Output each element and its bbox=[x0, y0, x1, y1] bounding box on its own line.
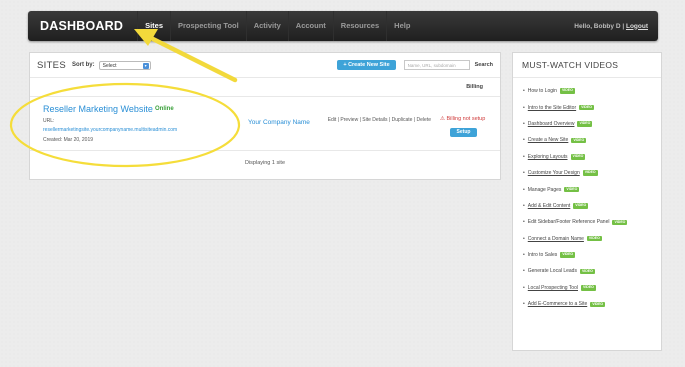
list-item[interactable]: • How to Login VIDEO bbox=[513, 83, 661, 99]
bullet-icon: • bbox=[523, 268, 525, 275]
video-link[interactable]: How to Login bbox=[528, 88, 557, 94]
list-item[interactable]: • Connect a Domain Name VIDEO bbox=[513, 231, 661, 247]
search-input[interactable]: Name, URL, subdomain bbox=[403, 60, 470, 70]
bullet-icon: • bbox=[523, 170, 525, 177]
bullet-icon: • bbox=[523, 153, 525, 160]
video-link[interactable]: Add & Edit Content bbox=[528, 203, 571, 209]
video-badge: VIDEO bbox=[571, 137, 587, 144]
video-badge: VIDEO bbox=[582, 170, 598, 176]
video-badge: VIDEO bbox=[560, 252, 576, 258]
setup-button[interactable]: Setup bbox=[450, 128, 477, 137]
video-link[interactable]: Customize Your Design bbox=[528, 170, 580, 176]
video-list: • How to Login VIDEO • Intro to the Site Edi… bbox=[513, 78, 661, 312]
bullet-icon: • bbox=[523, 186, 525, 193]
bullet-icon: • bbox=[523, 120, 525, 127]
video-link[interactable]: Edit Sidebar/Footer Reference Panel bbox=[528, 219, 610, 225]
bullet-icon: • bbox=[523, 284, 525, 291]
table-row: Reseller Marketing Website Online URL: r… bbox=[30, 97, 500, 151]
sites-panel: SITES Sort by: Select ▾ + Create New Sit… bbox=[29, 52, 501, 180]
video-link[interactable]: Add E-Commerce to a Site bbox=[528, 301, 587, 307]
nav-item-sites[interactable]: Sites bbox=[137, 11, 170, 41]
videos-panel: MUST-WATCH VIDEOS • How to Login VIDEO • Int… bbox=[512, 52, 662, 351]
videos-title: MUST-WATCH VIDEOS bbox=[513, 53, 661, 78]
billing-status-text: Billing not setup bbox=[446, 116, 486, 122]
list-item[interactable]: • Customize Your Design VIDEO bbox=[513, 165, 661, 181]
sites-title: SITES bbox=[37, 59, 66, 71]
list-item[interactable]: • Add & Edit Content VIDEO bbox=[513, 198, 661, 214]
sort-select[interactable]: Select ▾ bbox=[98, 60, 151, 70]
bullet-icon: • bbox=[523, 252, 525, 259]
status-badge: Online bbox=[155, 106, 174, 112]
url-label: URL: bbox=[43, 118, 55, 124]
nav-item-help[interactable]: Help bbox=[386, 11, 417, 41]
logout-link[interactable]: Logout bbox=[626, 23, 648, 30]
video-badge: VIDEO bbox=[559, 88, 575, 94]
list-item[interactable]: • Create a New Site VIDEO bbox=[513, 132, 661, 148]
company-name-link[interactable]: Your Company Name bbox=[248, 119, 310, 126]
list-item[interactable]: • Generate Local Leads VIDEO bbox=[513, 263, 661, 279]
sites-header: SITES Sort by: Select ▾ + Create New Sit… bbox=[30, 53, 500, 78]
nav-item-account[interactable]: Account bbox=[287, 11, 333, 41]
bullet-icon: • bbox=[523, 104, 525, 111]
video-badge: VIDEO bbox=[564, 186, 580, 193]
list-item[interactable]: • Add E-Commerce to a Site VIDEO bbox=[513, 296, 661, 312]
video-link[interactable]: Exploring Layouts bbox=[528, 154, 568, 160]
video-link[interactable]: Intro to the Site Editor bbox=[528, 105, 576, 111]
list-item[interactable]: • Manage Pages VIDEO bbox=[513, 181, 661, 197]
video-badge: VIDEO bbox=[570, 154, 586, 160]
list-item[interactable]: • Edit Sidebar/Footer Reference Panel VIDE… bbox=[513, 214, 661, 230]
site-url-link[interactable]: resellermarketingsite.yourcompanyname.mu… bbox=[43, 127, 177, 133]
site-name-link[interactable]: Reseller Marketing Website bbox=[43, 104, 153, 114]
bullet-icon: • bbox=[523, 219, 525, 226]
bullet-icon: • bbox=[523, 301, 525, 308]
video-badge: VIDEO bbox=[573, 203, 589, 209]
list-item[interactable]: • Dashboard Overview VIDEO bbox=[513, 116, 661, 132]
video-link[interactable]: Create a New Site bbox=[528, 137, 569, 143]
video-link[interactable]: Intro to Sales bbox=[528, 252, 557, 258]
video-badge: VIDEO bbox=[590, 301, 606, 308]
video-badge: VIDEO bbox=[579, 268, 595, 275]
list-item[interactable]: • Exploring Layouts VIDEO bbox=[513, 149, 661, 165]
video-badge: VIDEO bbox=[586, 235, 602, 242]
select-caret-icon: ▾ bbox=[142, 62, 149, 69]
video-link[interactable]: Manage Pages bbox=[528, 187, 562, 193]
user-greeting: Hello, Bobby D | Logout bbox=[574, 23, 648, 30]
warning-triangle-icon: ⚠ bbox=[440, 116, 445, 122]
video-link[interactable]: Local Prospecting Tool bbox=[528, 285, 578, 291]
video-badge: VIDEO bbox=[612, 219, 628, 226]
sort-label: Sort by: bbox=[71, 62, 95, 68]
bullet-icon: • bbox=[523, 202, 525, 209]
nav-item-resources[interactable]: Resources bbox=[332, 11, 386, 41]
search-button[interactable]: Search bbox=[475, 62, 493, 68]
create-new-site-button[interactable]: + Create New Site bbox=[337, 60, 396, 70]
nav-item-prospecting-tool[interactable]: Prospecting Tool bbox=[170, 11, 246, 41]
site-actions-links[interactable]: Edit | Preview | Site Details | Duplicat… bbox=[326, 117, 431, 125]
list-item[interactable]: • Intro to Sales VIDEO bbox=[513, 247, 661, 263]
billing-status: ⚠ Billing not setup bbox=[440, 116, 485, 122]
video-badge: VIDEO bbox=[577, 121, 593, 127]
created-date: Created: Mar 20, 2019 bbox=[43, 137, 94, 143]
billing-column-header: Billing bbox=[30, 78, 500, 97]
bullet-icon: • bbox=[523, 88, 525, 95]
video-link[interactable]: Connect a Domain Name bbox=[528, 236, 584, 242]
video-badge: VIDEO bbox=[580, 285, 596, 291]
list-item[interactable]: • Intro to the Site Editor VIDEO bbox=[513, 99, 661, 115]
bullet-icon: • bbox=[523, 235, 525, 242]
nav-item-activity[interactable]: Activity bbox=[245, 11, 288, 41]
brand-logo[interactable]: DASHBOARD bbox=[40, 19, 123, 33]
video-badge: VIDEO bbox=[579, 104, 595, 111]
list-item[interactable]: • Local Prospecting Tool VIDEO bbox=[513, 280, 661, 296]
video-link[interactable]: Dashboard Overview bbox=[528, 121, 575, 127]
greeting-text: Hello, Bobby D | bbox=[574, 22, 625, 30]
video-link[interactable]: Generate Local Leads bbox=[528, 268, 577, 274]
displaying-count: Displaying 1 site bbox=[244, 160, 286, 166]
sort-select-value: Select bbox=[102, 62, 117, 69]
bullet-icon: • bbox=[523, 137, 525, 144]
top-navbar: DASHBOARD Sites Prospecting Tool Activit… bbox=[28, 11, 658, 41]
